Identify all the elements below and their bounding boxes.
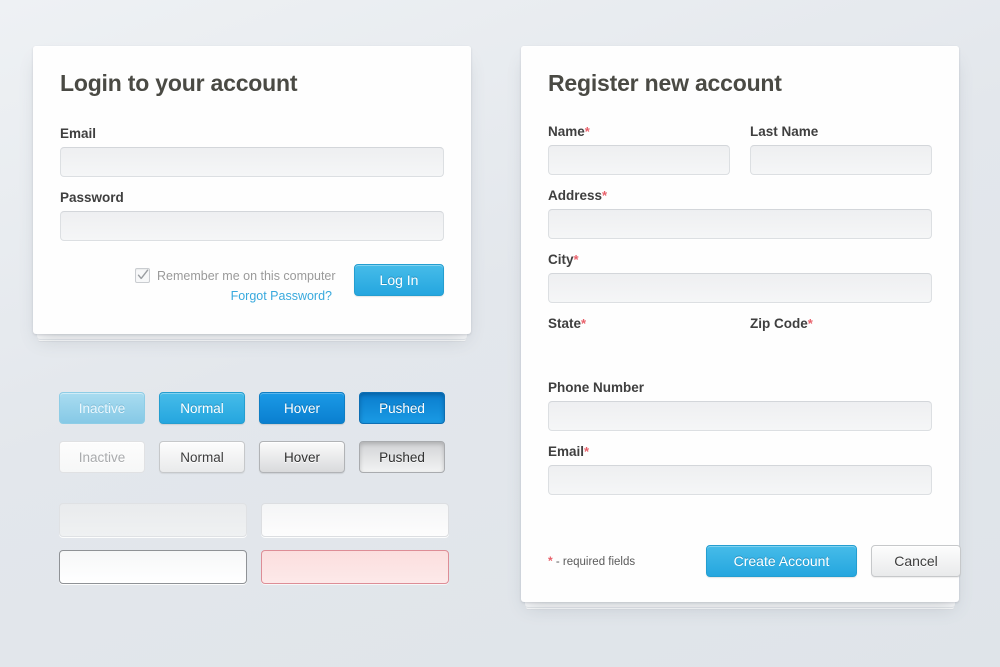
blue-button-states-row: Inactive Normal Hover Pushed — [59, 392, 449, 424]
login-password-field: Password — [60, 190, 444, 241]
required-asterisk: * — [584, 444, 590, 459]
input-state-focused[interactable] — [59, 550, 247, 584]
register-state-field: State* — [548, 316, 730, 367]
login-title: Login to your account — [60, 70, 298, 96]
register-city-label: City* — [548, 252, 579, 267]
register-form: Name* Last Name Address* City* State* Zi… — [548, 124, 932, 508]
register-name-label: Name* — [548, 124, 590, 139]
blue-button-hover[interactable]: Hover — [259, 392, 345, 424]
register-last-name-input[interactable] — [750, 145, 932, 175]
state-zip-row: State* Zip Code* — [548, 316, 932, 380]
remember-me-row[interactable]: Remember me on this computer — [135, 268, 336, 283]
register-city-input[interactable] — [548, 273, 932, 303]
log-in-button[interactable]: Log In — [354, 264, 444, 296]
blue-button-inactive[interactable]: Inactive — [59, 392, 145, 424]
login-card: Login to your account Email Password Rem… — [33, 46, 471, 339]
register-zip-label: Zip Code* — [750, 316, 813, 331]
input-state-error[interactable] — [261, 550, 449, 584]
grey-button-inactive[interactable]: Inactive — [59, 441, 145, 473]
register-zip-input[interactable] — [750, 337, 932, 367]
name-row: Name* Last Name — [548, 124, 932, 188]
input-state-disabled[interactable] — [59, 503, 247, 537]
required-asterisk: * — [573, 252, 579, 267]
create-account-button[interactable]: Create Account — [706, 545, 857, 577]
required-asterisk: * — [584, 124, 590, 139]
register-email-input[interactable] — [548, 465, 932, 495]
register-phone-label: Phone Number — [548, 380, 645, 395]
register-card: Register new account Name* Last Name Add… — [521, 46, 961, 607]
register-footer: * - required fields Create Account Cance… — [548, 545, 961, 577]
page-root: Login to your account Email Password Rem… — [0, 0, 1000, 667]
register-state-input[interactable] — [548, 337, 730, 367]
login-email-input[interactable] — [60, 147, 444, 177]
register-address-label: Address* — [548, 188, 608, 203]
register-name-field: Name* — [548, 124, 730, 175]
register-title: Register new account — [548, 70, 782, 96]
register-last-name-label: Last Name — [750, 124, 819, 139]
checkbox-checked-icon[interactable] — [135, 268, 150, 283]
input-state-normal[interactable] — [261, 503, 449, 537]
login-password-input[interactable] — [60, 211, 444, 241]
input-states-row-1 — [59, 503, 449, 537]
required-asterisk: * — [602, 188, 608, 203]
grey-button-normal[interactable]: Normal — [159, 441, 245, 473]
login-actions: Remember me on this computer Forgot Pass… — [60, 264, 444, 312]
required-fields-note: * - required fields — [548, 554, 636, 568]
button-swatches: Inactive Normal Hover Pushed Inactive No… — [59, 392, 449, 490]
required-asterisk: * — [548, 554, 553, 568]
register-last-name-field: Last Name — [750, 124, 932, 175]
login-password-label: Password — [60, 190, 124, 205]
remember-me-label: Remember me on this computer — [157, 268, 336, 283]
input-swatches — [59, 503, 449, 597]
register-address-input[interactable] — [548, 209, 932, 239]
register-email-field: Email* — [548, 444, 932, 495]
login-email-field: Email — [60, 126, 444, 177]
register-city-field: City* — [548, 252, 932, 303]
required-asterisk: * — [581, 316, 587, 331]
register-name-input[interactable] — [548, 145, 730, 175]
register-address-field: Address* — [548, 188, 932, 239]
required-asterisk: * — [807, 316, 813, 331]
register-zip-field: Zip Code* — [750, 316, 932, 367]
register-email-label: Email* — [548, 444, 590, 459]
login-form: Email Password — [60, 126, 444, 254]
input-states-row-2 — [59, 550, 449, 584]
forgot-password-link[interactable]: Forgot Password? — [231, 289, 332, 303]
cancel-button[interactable]: Cancel — [871, 545, 961, 577]
register-phone-input[interactable] — [548, 401, 932, 431]
register-phone-field: Phone Number — [548, 380, 932, 431]
grey-button-states-row: Inactive Normal Hover Pushed — [59, 441, 449, 473]
blue-button-pushed[interactable]: Pushed — [359, 392, 445, 424]
register-state-label: State* — [548, 316, 587, 331]
grey-button-pushed[interactable]: Pushed — [359, 441, 445, 473]
grey-button-hover[interactable]: Hover — [259, 441, 345, 473]
login-email-label: Email — [60, 126, 97, 141]
blue-button-normal[interactable]: Normal — [159, 392, 245, 424]
